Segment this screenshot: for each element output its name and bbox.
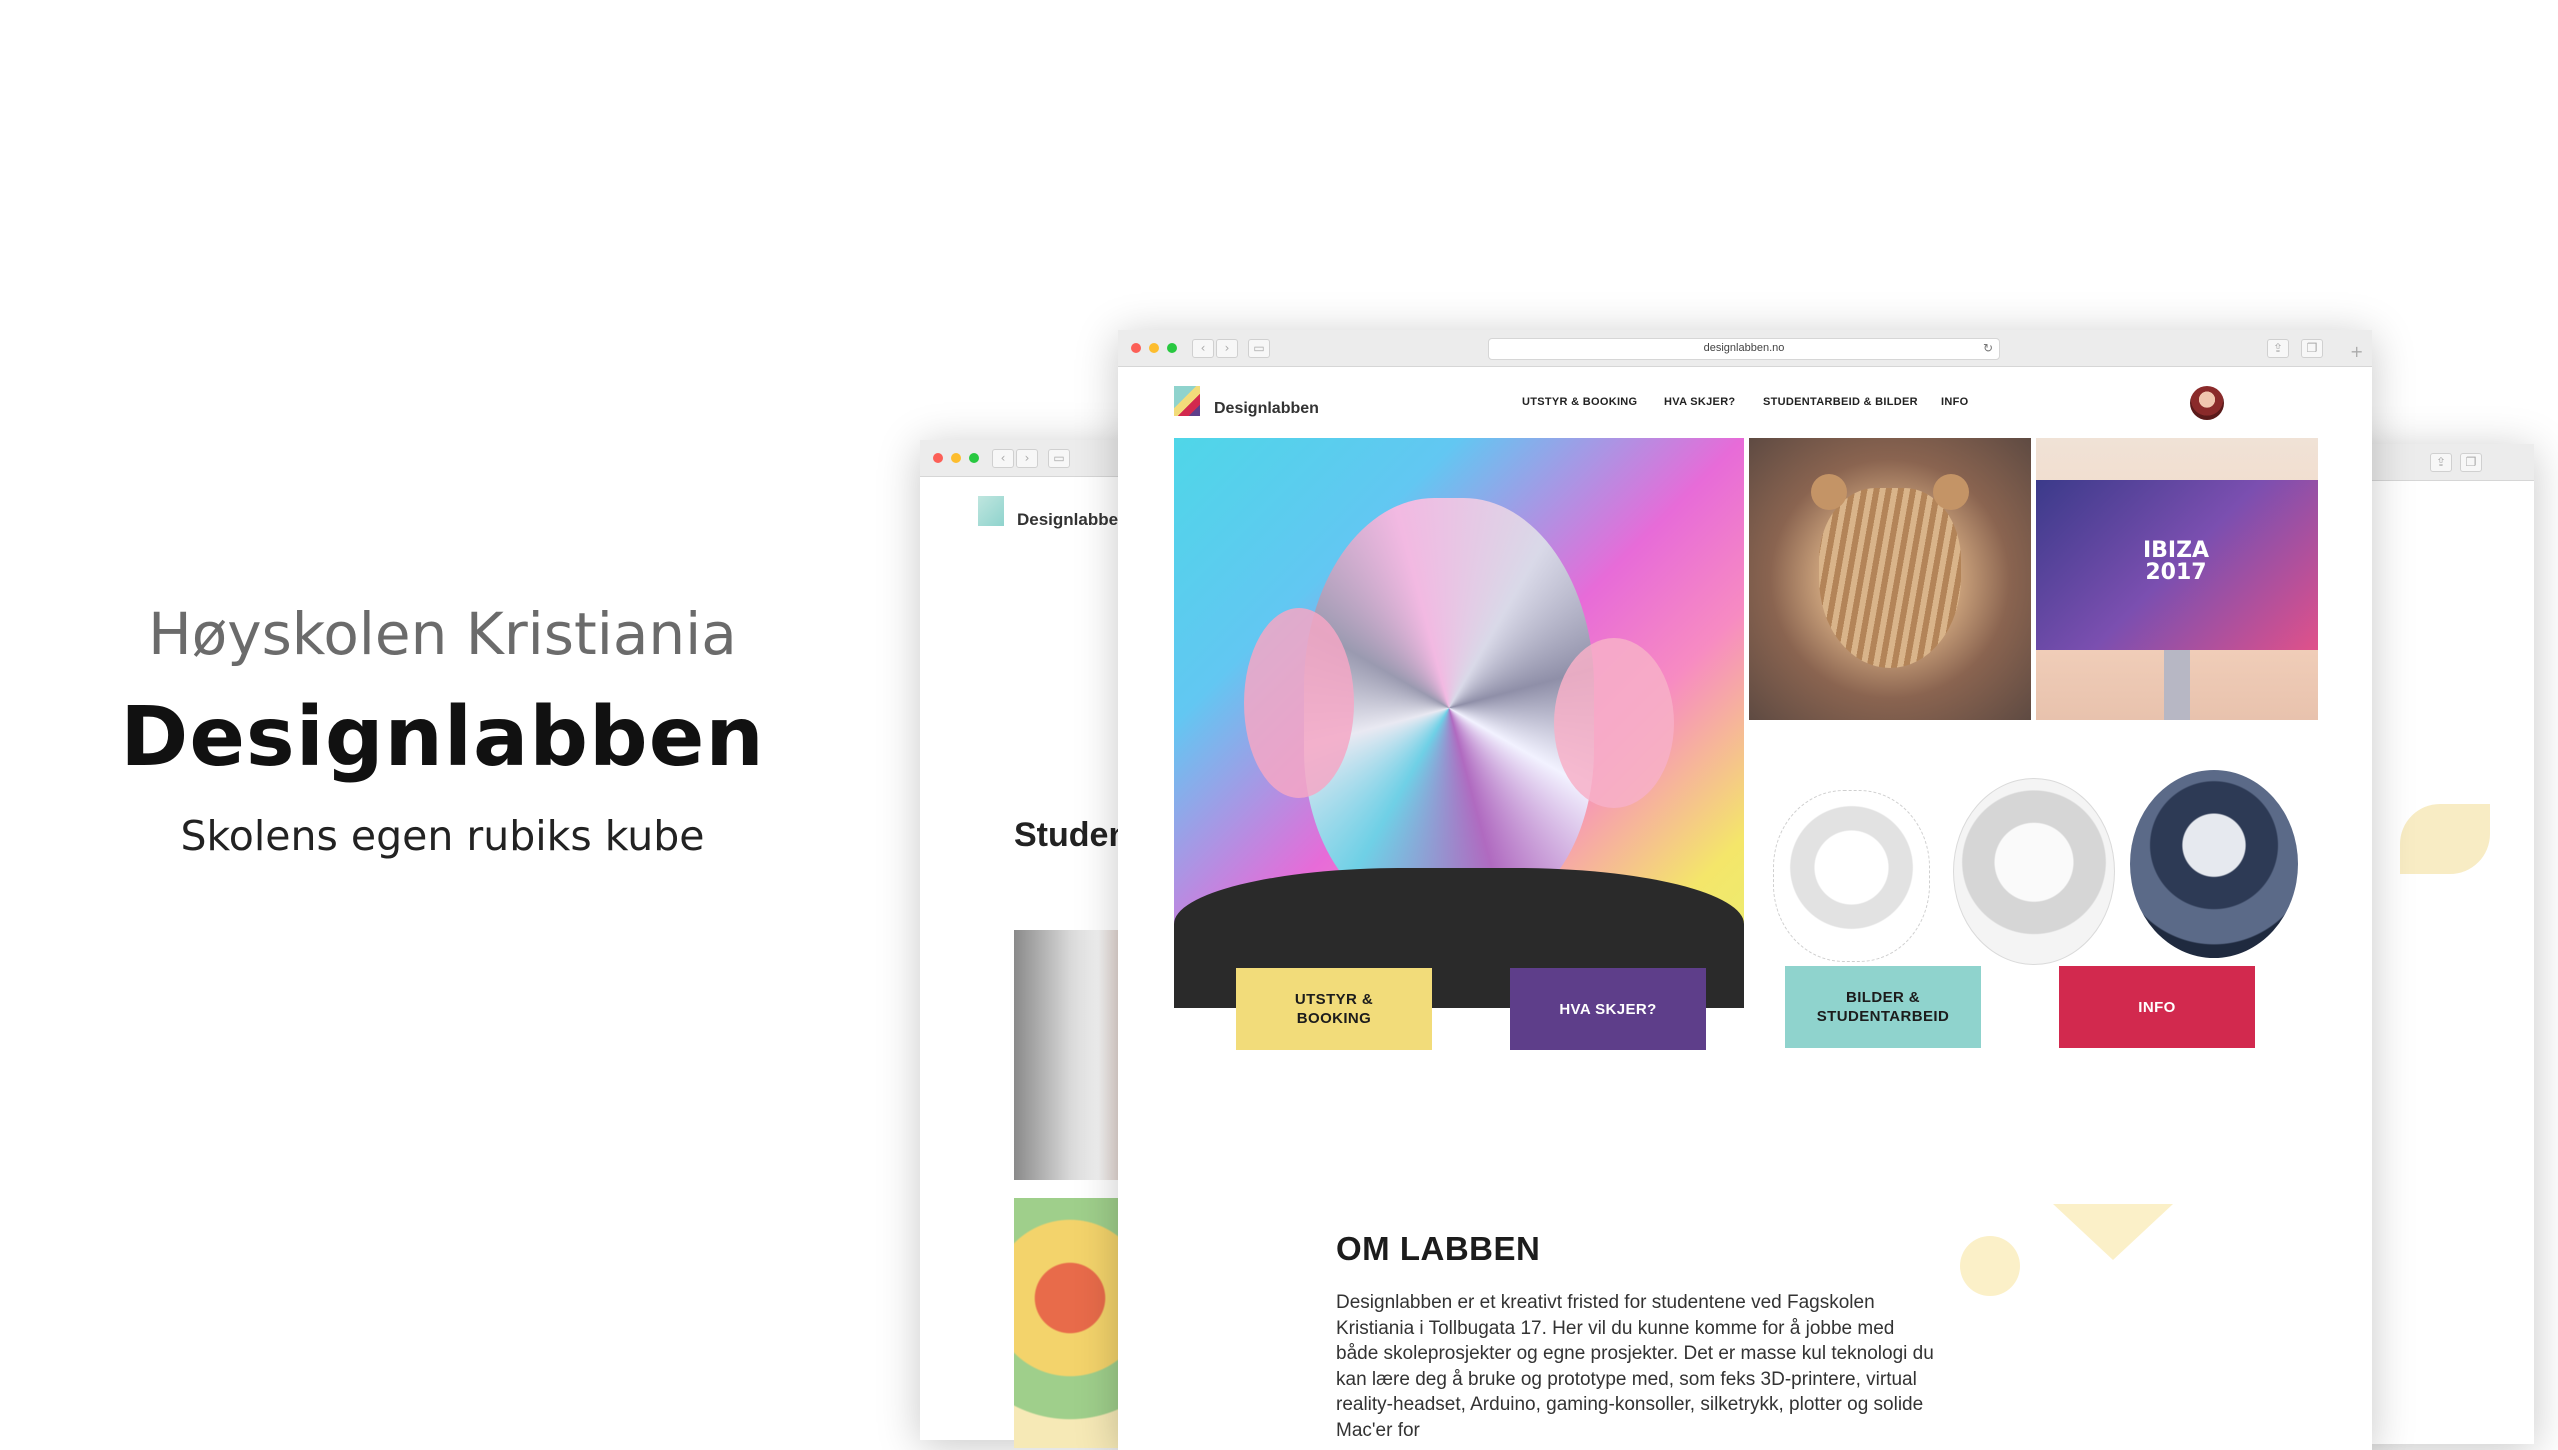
share-icon[interactable]: ⇪ [2267,339,2289,358]
zoom-dot[interactable] [1167,343,1177,353]
hva-skjer-button[interactable]: HVA SKJER? [1510,968,1706,1050]
back-logo-icon [978,496,1004,526]
nav-hva-skjer[interactable]: HVA SKJER? [1664,396,1735,408]
sketch-portrait-3[interactable] [2130,770,2298,958]
reload-icon[interactable]: ↻ [1983,341,1993,355]
hand-right [1554,638,1674,808]
close-dot[interactable] [1131,343,1141,353]
photo-ibiza-billboard[interactable]: IBIZA 2017 [2036,438,2318,720]
tabs-icon[interactable]: ❐ [2460,453,2482,472]
tabs-icon[interactable]: ❐ [2301,339,2323,358]
decor-circle [1960,1236,2020,1296]
nav-utstyr-booking[interactable]: UTSTYR & BOOKING [1522,396,1637,408]
nav-info[interactable]: INFO [1941,396,1968,408]
bilder-studentarbeid-button[interactable]: BILDER & STUDENTARBEID [1785,966,1981,1048]
sketch-portrait-2[interactable] [1953,778,2115,965]
back-icon[interactable]: ‹ [992,449,1014,468]
back-window-left: ‹ › ▭ Designlabben Studen [920,440,1154,1448]
url-text: designlabben.no [1703,342,1785,354]
close-dot[interactable] [933,453,943,463]
billboard-pole [2164,650,2190,720]
bear-ear-left [1811,474,1847,510]
site-logo-icon[interactable] [1174,386,1200,416]
back-window-left-toolbar: ‹ › ▭ [920,440,1150,477]
site-logo-text[interactable]: Designlabben [1214,400,1319,418]
share-icon[interactable]: ⇪ [2430,453,2452,472]
bear-face [1819,488,1961,668]
forward-icon[interactable]: › [1216,339,1238,358]
bear-ear-right [1933,474,1969,510]
minimize-dot[interactable] [951,453,961,463]
school-name: Høyskolen Kristiania [148,600,737,668]
user-avatar[interactable] [2190,386,2224,420]
sidebar-icon[interactable]: ▭ [1248,339,1270,358]
info-button[interactable]: INFO [2059,966,2255,1048]
about-heading: OM LABBEN [1336,1230,1541,1267]
billboard-panel: IBIZA 2017 [2036,480,2318,650]
utstyr-booking-button[interactable]: UTSTYR & BOOKING [1236,968,1432,1050]
hero-subtitle: Skolens egen rubiks kube [180,812,705,860]
photo-wooden-bear[interactable] [1749,438,2031,720]
back-heading: Studen [1014,816,1130,854]
decor-triangle [2053,1204,2173,1260]
front-window: ‹ › ▭ designlabben.no ↻ ⇪ ❐ + Designlabb… [1118,330,2372,1450]
about-body: Designlabben er et kreativt fristed for … [1336,1292,1934,1441]
zoom-dot[interactable] [969,453,979,463]
hero-photo-foil-head[interactable] [1174,438,1744,1008]
nav-studentarbeid[interactable]: STUDENTARBEID & BILDER [1763,396,1918,408]
hand-left [1244,608,1354,798]
sidebar-icon[interactable]: ▭ [1048,449,1070,468]
billboard-text: IBIZA 2017 [2142,538,2210,585]
sketch-portrait-1[interactable] [1773,790,1930,962]
back-window-right-decor [2400,804,2490,874]
address-bar[interactable]: designlabben.no ↻ [1488,338,2000,360]
new-tab-icon[interactable]: + [2350,342,2363,361]
minimize-dot[interactable] [1149,343,1159,353]
front-window-toolbar: ‹ › ▭ designlabben.no ↻ ⇪ ❐ + [1118,330,2372,367]
back-logo-text: Designlabben [1017,510,1129,529]
forward-icon[interactable]: › [1016,449,1038,468]
hero-title: Designlabben [120,690,765,785]
back-icon[interactable]: ‹ [1192,339,1214,358]
